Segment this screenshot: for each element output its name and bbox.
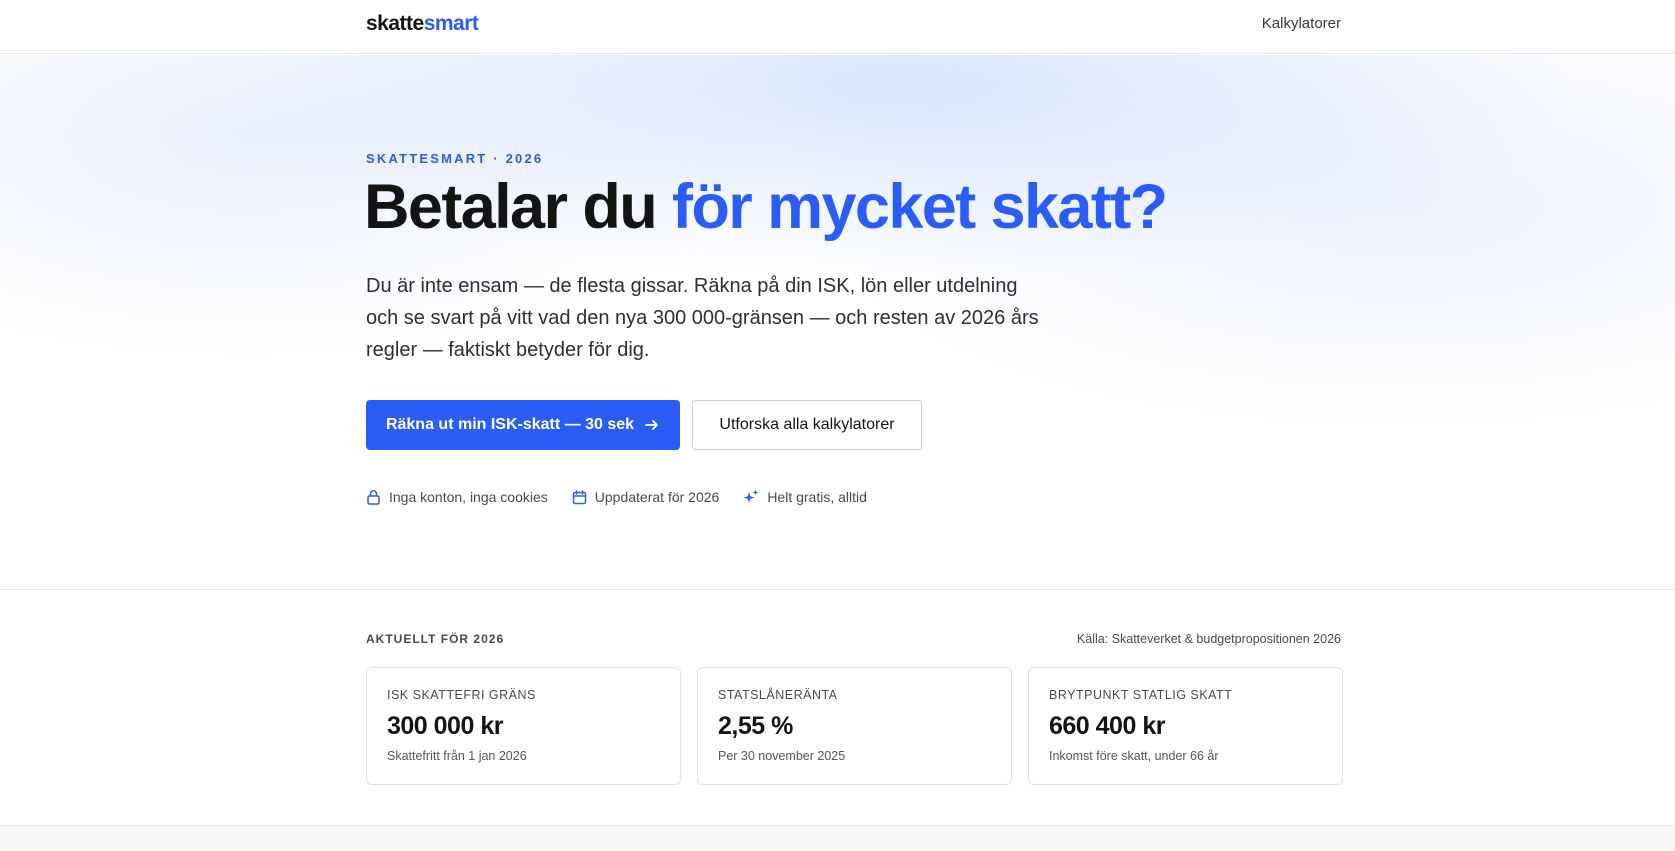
hero-eyebrow: SKATTESMART · 2026 [366,151,544,166]
logo-part-smart: smart [423,12,479,35]
stat-card-label: BRYTPUNKT STATLIG SKATT [1049,688,1233,702]
arrow-right-icon [645,420,658,430]
calculate-isk-tax-label: Räkna ut min ISK-skatt — 30 sek [385,416,635,433]
stat-card-value: 300 000 kr [387,712,503,740]
trust-indicators: Inga konton, inga cookies Uppdaterat för… [366,489,867,505]
stat-card-note: Inkomst före skatt, under 66 år [1049,749,1219,763]
site-logo[interactable]: skattesmart [366,12,479,36]
trust-label-updated: Uppdaterat för 2026 [594,489,720,505]
current-figures-section: AKTUELLT FÖR 2026 Källa: Skatteverket & … [0,591,1675,825]
stat-card-state-tax-breakpoint: BRYTPUNKT STATLIG SKATT 660 400 kr Inkom… [1028,667,1343,785]
stat-card-note: Skattefritt från 1 jan 2026 [387,749,527,763]
trust-item-free: Helt gratis, alltid [743,489,867,505]
stat-card-label: STATSLÅNERÄNTA [718,688,838,702]
calculate-isk-tax-button[interactable]: Räkna ut min ISK-skatt — 30 sek [366,400,680,450]
stat-card-note: Per 30 november 2025 [718,749,846,763]
calendar-icon [572,489,587,504]
stat-card-value: 2,55 % [718,712,793,740]
sparkle-icon [743,489,759,503]
headline-dark-part: Betalar du [364,172,672,242]
nav-link-kalkylatorer[interactable]: Kalkylatorer [1262,15,1341,32]
stat-card-value: 660 400 kr [1049,712,1165,740]
stat-cards: ISK SKATTEFRI GRÄNS 300 000 kr Skattefri… [366,667,1343,785]
explore-calculators-button[interactable]: Utforska alla kalkylatorer [692,400,922,450]
stats-source-note: Källa: Skatteverket & budgetpropositione… [1076,632,1341,646]
hero-headline: Betalar du för mycket skatt? [364,172,1168,242]
trust-item-no-accounts: Inga konton, inga cookies [366,489,548,505]
headline-accent-part: för mycket skatt? [671,172,1168,242]
trust-item-updated: Uppdaterat för 2026 [572,489,720,505]
trust-label-no-accounts: Inga konton, inga cookies [389,489,548,505]
stat-card-label: ISK SKATTEFRI GRÄNS [387,688,536,702]
top-navigation-bar: skattesmart Kalkylatorer [0,0,1675,54]
stats-section-title: AKTUELLT FÖR 2026 [366,632,505,646]
stat-card-isk-threshold: ISK SKATTEFRI GRÄNS 300 000 kr Skattefri… [366,667,681,785]
footer-band [0,825,1675,851]
trust-label-free: Helt gratis, alltid [767,489,867,505]
hero-section: SKATTESMART · 2026 Betalar du för mycket… [0,55,1675,590]
stat-card-government-loan-rate: STATSLÅNERÄNTA 2,55 % Per 30 november 20… [697,667,1012,785]
lock-icon [367,490,380,505]
logo-part-skatte: skatte [366,12,424,35]
hero-lead-text: Du är inte ensam — de flesta gissar. Räk… [366,275,1039,361]
